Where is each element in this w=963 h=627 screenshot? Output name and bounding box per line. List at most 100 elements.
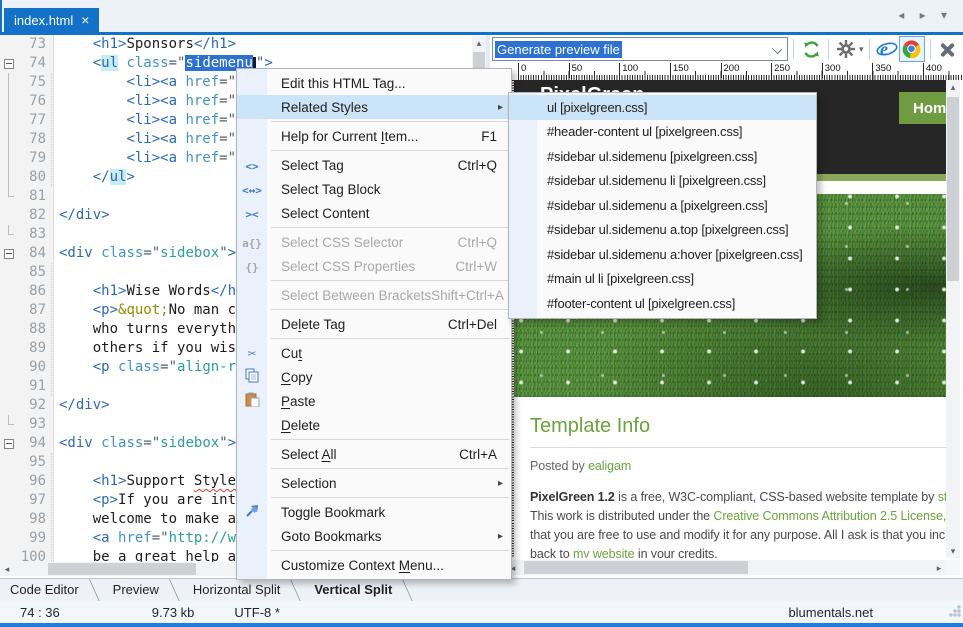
menu-item-select-css-selector[interactable]: a{}Select CSS SelectorCtrl+Q (237, 230, 511, 254)
fold-marker (0, 396, 18, 415)
menu-item-select-css-properties[interactable]: {}Select CSS PropertiesCtrl+W (237, 254, 511, 278)
menu-item-select-tag[interactable]: <>Select TagCtrl+Q (237, 153, 511, 177)
code-text[interactable]: <div class="sidebox"> (54, 434, 236, 453)
home-nav-button[interactable]: Home (899, 92, 946, 124)
scrollbar-thumb[interactable] (524, 561, 748, 574)
related-style-item[interactable]: #footer-content ul [pixelgreen.css] (509, 291, 816, 316)
menu-item-paste[interactable]: Paste (237, 389, 511, 413)
template-link[interactable]: ealigam (588, 459, 631, 473)
refresh-button[interactable] (799, 37, 823, 61)
menu-item-label: Delete Tag (237, 317, 345, 332)
code-token: sidebox (160, 435, 219, 451)
tab-index-html[interactable]: index.html × (4, 8, 99, 32)
code-token: =" (143, 435, 160, 451)
code-token: <h1> (93, 473, 127, 489)
view-tab-horizontal-split[interactable]: Horizontal Split (183, 579, 304, 602)
code-text[interactable]: <li><a href="ht (54, 111, 253, 130)
menu-item-selection[interactable]: Selection▸ (237, 471, 511, 495)
menu-item-delete-tag[interactable]: Delete TagCtrl+Del (237, 312, 511, 336)
tab-close-icon[interactable]: × (81, 13, 89, 27)
menu-item-delete[interactable]: Delete (237, 413, 511, 437)
related-style-item[interactable]: #sidebar ul.sidemenu a:hover [pixelgreen… (509, 242, 816, 267)
code-text[interactable]: <li><a href="ht (54, 92, 253, 111)
menu-item-cut[interactable]: ✂Cut (237, 341, 511, 365)
code-text[interactable] (54, 453, 59, 472)
menu-item-select-tag-block[interactable]: <↔>Select Tag Block (237, 177, 511, 201)
view-tab-code-editor[interactable]: Code Editor (0, 579, 103, 602)
template-link[interactable]: my website (573, 547, 635, 558)
scroll-left-icon[interactable]: ◂ (0, 562, 14, 576)
chevron-down-icon[interactable] (772, 44, 782, 54)
code-text[interactable]: <h1>Wise Words</h1> (54, 282, 253, 301)
menu-item-label: Help for Current Item... (237, 129, 418, 144)
scroll-right-icon[interactable]: ▸ (932, 561, 946, 575)
code-text[interactable]: <li><a href="ht (54, 149, 253, 168)
settings-dropdown-icon[interactable]: ▾ (859, 44, 864, 55)
related-style-item[interactable]: #main ul li [pixelgreen.css] (509, 267, 816, 292)
menu-item-copy[interactable]: Copy (237, 365, 511, 389)
code-text[interactable]: </ul> (54, 168, 135, 187)
code-text[interactable]: who turns everythin (54, 320, 253, 339)
code-text[interactable] (54, 187, 59, 206)
preview-in-chrome-button[interactable] (899, 36, 925, 62)
fold-marker (0, 320, 18, 339)
line-number: 77 (18, 111, 54, 130)
code-text[interactable] (54, 263, 59, 282)
scrollbar-thumb[interactable] (48, 563, 196, 575)
resize-grip-icon[interactable] (949, 605, 961, 617)
preview-vertical-scrollbar[interactable]: ▴ ▾ (946, 80, 960, 558)
code-text[interactable]: <a href="http://www (54, 529, 253, 548)
scroll-down-icon[interactable]: ▾ (946, 544, 960, 558)
related-style-item[interactable]: ul [pixelgreen.css] (509, 95, 816, 120)
template-text: back to (530, 547, 573, 558)
menu-item-help-for-current-item[interactable]: Help for Current Item...F1 (237, 124, 511, 148)
menu-item-toggle-bookmark[interactable]: Toggle Bookmark (237, 500, 511, 524)
code-text[interactable] (54, 225, 59, 244)
scrollbar-thumb[interactable] (947, 97, 959, 281)
fold-marker[interactable] (0, 54, 18, 73)
fold-marker (0, 111, 18, 130)
fold-marker[interactable] (0, 434, 18, 453)
code-text[interactable] (54, 377, 59, 396)
code-text[interactable]: <h1>Sponsors</h1> (54, 35, 236, 54)
related-style-item[interactable]: #sidebar ul.sidemenu a [pixelgreen.css] (509, 193, 816, 218)
code-text[interactable]: others if you wish (54, 339, 244, 358)
code-text[interactable]: <li><a href="ht (54, 73, 253, 92)
tab-scroll-arrows[interactable]: ◂ ▸ ▾ (898, 8, 953, 22)
code-text[interactable]: <h1>Support Stylesh (54, 472, 253, 491)
code-text[interactable]: </div> (54, 396, 110, 415)
code-text[interactable]: welcome to make a s (54, 510, 253, 529)
scroll-up-icon[interactable]: ▴ (946, 80, 960, 94)
code-text[interactable]: <li><a href="ht (54, 130, 253, 149)
related-style-item[interactable]: #sidebar ul.sidemenu li [pixelgreen.css] (509, 169, 816, 194)
code-text[interactable]: <p>If you are inter (54, 491, 253, 510)
menu-item-select-content[interactable]: ><Select Content (237, 201, 511, 225)
code-text[interactable]: <p class="align-rig (54, 358, 253, 377)
scroll-up-icon[interactable]: ▴ (472, 36, 486, 50)
related-style-item[interactable]: #sidebar ul.sidemenu a.top [pixelgreen.c… (509, 218, 816, 243)
preview-in-ie-button[interactable]: e (875, 37, 899, 61)
code-token: =" (219, 150, 236, 166)
related-style-item[interactable]: #sidebar ul.sidemenu [pixelgreen.css] (509, 144, 816, 169)
code-line[interactable]: 73 <h1>Sponsors</h1> (0, 35, 486, 54)
menu-item-goto-bookmarks[interactable]: Goto Bookmarks▸ (237, 524, 511, 548)
code-text[interactable]: <div class="sidebox"> (54, 244, 236, 263)
code-text[interactable]: </div> (54, 206, 110, 225)
template-link[interactable]: Creative Commons Attribution 2.5 License… (713, 509, 946, 523)
preview-mode-combobox[interactable]: Generate preview file (492, 37, 788, 61)
menu-item-select-between-brackets[interactable]: Select Between BracketsShift+Ctrl+A (237, 283, 511, 307)
code-text[interactable] (54, 415, 59, 434)
view-tab-preview[interactable]: Preview (103, 579, 183, 602)
menu-item-related-styles[interactable]: Related Styles▸ (237, 95, 511, 119)
menu-item-select-all[interactable]: Select AllCtrl+A (237, 442, 511, 466)
template-link[interactable]: styl (938, 490, 946, 504)
code-text[interactable]: <p>&quot;No man can (54, 301, 253, 320)
preview-horizontal-scrollbar[interactable]: ◂ ▸ (506, 560, 946, 575)
settings-button[interactable] (834, 37, 858, 61)
menu-item-edit-this-html-tag[interactable]: Edit this HTML Tag... (237, 71, 511, 95)
view-tab-vertical-split[interactable]: Vertical Split (304, 579, 416, 602)
menu-item-customize-context-menu[interactable]: Customize Context Menu... (237, 553, 511, 577)
fold-marker[interactable] (0, 244, 18, 263)
close-preview-button[interactable] (936, 37, 960, 61)
related-style-item[interactable]: #header-content ul [pixelgreen.css] (509, 120, 816, 145)
